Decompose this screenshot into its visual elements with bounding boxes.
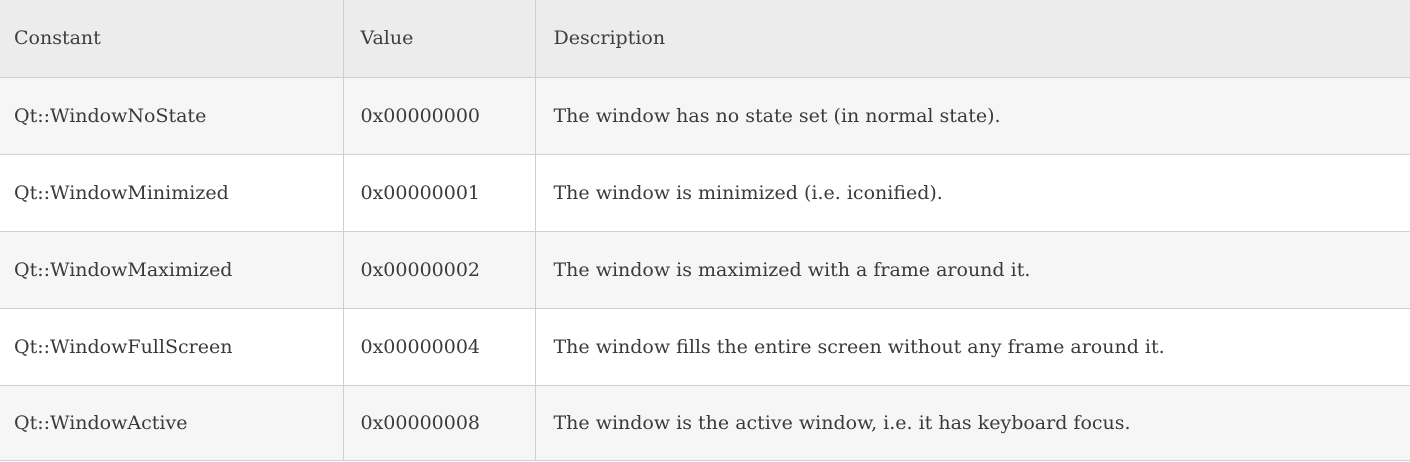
cell-description: The window is maximized with a frame aro… bbox=[535, 231, 1410, 309]
cell-value: 0x00000001 bbox=[343, 154, 536, 232]
header-value: Value bbox=[343, 0, 536, 78]
window-state-table: Constant Value Description Qt::WindowNoS… bbox=[0, 0, 1410, 461]
cell-description: The window is the active window, i.e. it… bbox=[535, 385, 1410, 461]
cell-value: 0x00000008 bbox=[343, 385, 536, 461]
cell-constant: Qt::WindowMaximized bbox=[0, 231, 344, 309]
table-body: Qt::WindowNoState 0x00000000 The window … bbox=[0, 77, 1410, 461]
table-row: Qt::WindowActive 0x00000008 The window i… bbox=[0, 385, 1410, 461]
cell-constant: Qt::WindowFullScreen bbox=[0, 308, 344, 386]
header-row: Constant Value Description bbox=[0, 0, 1410, 78]
cell-constant: Qt::WindowActive bbox=[0, 385, 344, 461]
cell-description: The window has no state set (in normal s… bbox=[535, 77, 1410, 155]
table-row: Qt::WindowNoState 0x00000000 The window … bbox=[0, 77, 1410, 155]
cell-value: 0x00000004 bbox=[343, 308, 536, 386]
header-description: Description bbox=[535, 0, 1410, 78]
table-row: Qt::WindowFullScreen 0x00000004 The wind… bbox=[0, 308, 1410, 386]
cell-description: The window is minimized (i.e. iconified)… bbox=[535, 154, 1410, 232]
table-header: Constant Value Description bbox=[0, 0, 1410, 78]
cell-description: The window fills the entire screen witho… bbox=[535, 308, 1410, 386]
table-row: Qt::WindowMaximized 0x00000002 The windo… bbox=[0, 231, 1410, 309]
cell-constant: Qt::WindowMinimized bbox=[0, 154, 344, 232]
cell-value: 0x00000002 bbox=[343, 231, 536, 309]
table-row: Qt::WindowMinimized 0x00000001 The windo… bbox=[0, 154, 1410, 232]
header-constant: Constant bbox=[0, 0, 344, 78]
cell-constant: Qt::WindowNoState bbox=[0, 77, 344, 155]
cell-value: 0x00000000 bbox=[343, 77, 536, 155]
